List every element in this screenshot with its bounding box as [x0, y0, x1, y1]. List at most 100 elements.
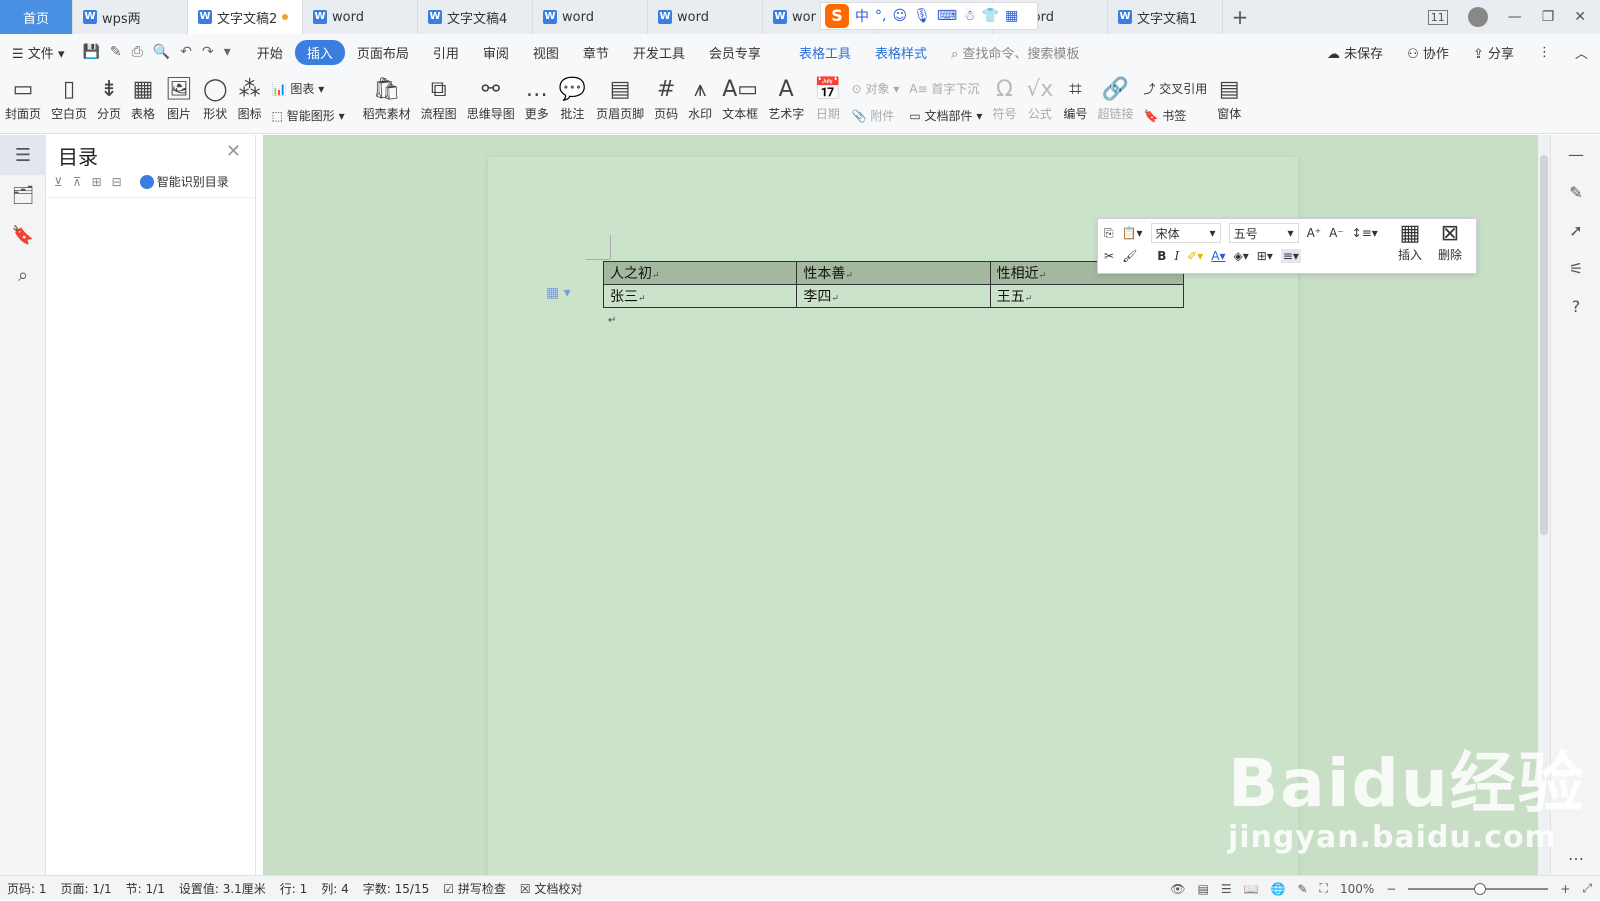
scroll-thumb[interactable]: [1540, 155, 1548, 535]
italic-button[interactable]: I: [1174, 249, 1179, 263]
menu-item[interactable]: 引用: [421, 43, 471, 62]
remove-level-icon[interactable]: ⊟: [112, 175, 122, 189]
write-view-icon[interactable]: ✎: [1297, 882, 1307, 896]
table-cell[interactable]: 张三↵: [602, 284, 798, 308]
ribbon-button[interactable]: 💬 批注: [554, 75, 591, 122]
attachment-button[interactable]: 📎 附件: [852, 107, 900, 124]
ribbon-button[interactable]: 🛍 稻壳素材: [358, 75, 416, 122]
status-pages[interactable]: 页面: 1/1: [54, 880, 119, 897]
hyperlink-button[interactable]: 🔗 超链接: [1092, 75, 1138, 122]
add-level-icon[interactable]: ⊞: [92, 175, 102, 189]
delete-table-button[interactable]: ⊠ 删除: [1438, 221, 1462, 263]
menu-item[interactable]: 页面布局: [345, 43, 421, 62]
ribbon-button[interactable]: A 艺术字: [763, 75, 809, 122]
status-words[interactable]: 字数: 15/15: [356, 880, 436, 897]
search-box[interactable]: ⌕ 查找命令、搜索模板: [939, 43, 1091, 62]
line-spacing-icon[interactable]: ↕≡▾: [1352, 226, 1378, 240]
find-icon[interactable]: ⌕: [0, 255, 46, 295]
zoom-in-button[interactable]: +: [1560, 882, 1570, 896]
menu-item[interactable]: 插入: [294, 39, 345, 65]
menu-item[interactable]: 视图: [521, 43, 571, 62]
undo-icon[interactable]: ↶: [180, 44, 192, 60]
border-icon[interactable]: ⊞▾: [1257, 249, 1273, 263]
ribbon-button[interactable]: … 更多: [520, 75, 554, 122]
fill-icon[interactable]: ◈▾: [1234, 249, 1249, 263]
align-icon[interactable]: ≡▾: [1280, 249, 1301, 263]
collapse-panel-icon[interactable]: —: [1551, 135, 1600, 173]
chart-button[interactable]: 📊 图表 ▾: [272, 80, 345, 97]
ime-mode-label[interactable]: 中: [855, 6, 869, 26]
menu-item[interactable]: 开发工具: [621, 43, 697, 62]
bookmark-button[interactable]: 🔖 书签: [1143, 107, 1207, 124]
menu-item[interactable]: 开始: [245, 43, 295, 62]
spell-check-button[interactable]: ☑ 拼写检查: [436, 880, 513, 897]
outline-view-icon[interactable]: ☰: [1221, 882, 1232, 896]
new-tab-button[interactable]: +: [1223, 5, 1257, 29]
smart-shape-button[interactable]: ⬚ 智能图形 ▾: [272, 107, 345, 124]
zoom-value[interactable]: 100%: [1340, 882, 1374, 896]
menu-item[interactable]: 章节: [571, 43, 621, 62]
tab-document[interactable]: W 文字文稿1: [1108, 0, 1223, 34]
table-cell[interactable]: 性本善↵: [796, 261, 991, 285]
eye-protect-icon[interactable]: 👁: [1170, 882, 1185, 896]
ribbon-button[interactable]: ▤ 页眉页脚: [591, 75, 649, 122]
format-painter-icon[interactable]: ✎: [110, 44, 122, 60]
grid-icon[interactable]: ▦: [1005, 8, 1018, 24]
menu-item[interactable]: 审阅: [471, 43, 521, 62]
font-color-icon[interactable]: A▾: [1211, 249, 1225, 263]
status-col[interactable]: 列: 4: [314, 880, 356, 897]
docpart-button[interactable]: ▭ 文档部件 ▾: [909, 107, 982, 124]
date-button[interactable]: 📅 日期: [809, 75, 846, 122]
crossref-button[interactable]: ⤴ 交叉引用: [1143, 80, 1207, 97]
context-menu-item[interactable]: 表格样式: [863, 43, 939, 62]
ribbon-button[interactable]: ⚯ 思维导图: [462, 75, 520, 122]
collapse-icon[interactable]: ⊼: [73, 175, 82, 189]
toc-icon[interactable]: ☰: [0, 135, 46, 175]
ribbon-button[interactable]: ◯ 形状: [198, 75, 233, 122]
preview-icon[interactable]: 🔍: [153, 44, 170, 60]
user-icon[interactable]: ☃: [963, 8, 976, 24]
font-select[interactable]: 宋体 ▾: [1150, 223, 1221, 243]
skin-icon[interactable]: 👕: [982, 8, 999, 24]
size-select[interactable]: 五号 ▾: [1228, 223, 1299, 243]
table-handle-icon[interactable]: ▦ ▾: [546, 285, 571, 301]
close-icon[interactable]: ✕: [226, 141, 241, 162]
avatar[interactable]: [1467, 7, 1488, 27]
table-cell[interactable]: 王五↵: [989, 284, 1185, 308]
fullscreen-icon[interactable]: ⤢: [1582, 881, 1592, 896]
menu-file[interactable]: ☰ 文件 ▾: [0, 43, 76, 62]
microphone-icon[interactable]: 🎙: [913, 8, 931, 24]
sogou-logo-icon[interactable]: S: [825, 4, 849, 28]
ribbon-button[interactable]: ⩚ 水印: [683, 75, 717, 122]
status-setting[interactable]: 设置值: 3.1厘米: [172, 880, 273, 897]
restore-button[interactable]: ❐: [1542, 9, 1555, 25]
insert-table-button[interactable]: ▦ 插入: [1398, 221, 1422, 263]
symbol-button[interactable]: Ω 符号: [987, 75, 1021, 122]
read-view-icon[interactable]: 📖: [1244, 882, 1259, 896]
emoji-icon[interactable]: ☺: [892, 8, 907, 24]
tab-document[interactable]: Wword: [303, 0, 418, 34]
object-button[interactable]: ⊙ 对象 ▾: [852, 80, 900, 97]
tab-home[interactable]: 首页: [0, 0, 73, 34]
paste-icon[interactable]: 📋▾: [1122, 226, 1143, 240]
shrink-font-icon[interactable]: A⁻: [1329, 226, 1344, 240]
ribbon-button[interactable]: ▯ 空白页: [46, 75, 92, 122]
settings-sliders-icon[interactable]: ⚟: [1551, 249, 1600, 287]
ribbon-button[interactable]: ▭ 封面页: [0, 75, 46, 122]
ribbon-button[interactable]: ⇟ 分页: [92, 75, 126, 122]
menu-item[interactable]: 会员专享: [697, 43, 773, 62]
ribbon-button[interactable]: A▭ 文本框: [717, 75, 763, 122]
tab-document[interactable]: Wwps两: [73, 0, 188, 34]
tab-document[interactable]: W 文字文稿2: [188, 0, 303, 34]
help-icon[interactable]: ?: [1551, 287, 1600, 325]
ribbon-button[interactable]: 🖼 图片: [160, 75, 198, 122]
unsaved-status[interactable]: ☁ 未保存: [1315, 43, 1395, 62]
proof-button[interactable]: ☒ 文档校对: [513, 880, 590, 897]
redo-icon[interactable]: ↷: [202, 44, 214, 60]
share-button[interactable]: ⇪ 分享: [1461, 43, 1526, 62]
tab-document[interactable]: W 文字文稿4: [418, 0, 533, 34]
formula-button[interactable]: √x 公式: [1021, 75, 1058, 122]
ime-punct-label[interactable]: °,: [875, 8, 886, 24]
cursor-icon[interactable]: ➚: [1551, 211, 1600, 249]
smart-toc-button[interactable]: 智能识别目录: [139, 173, 229, 190]
